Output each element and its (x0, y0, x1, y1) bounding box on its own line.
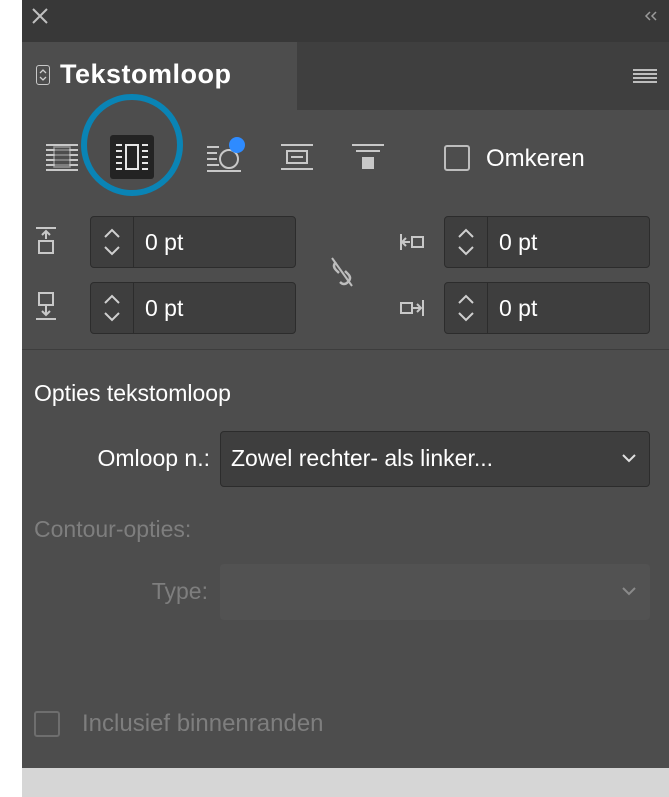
jump-object-icon (281, 144, 313, 170)
top-offset-stepper[interactable] (91, 217, 134, 267)
contour-options-title: Contour-opties: (34, 516, 192, 542)
no-wrap-icon (46, 144, 78, 171)
include-inside-edges-label: Inclusief binnenranden (82, 710, 324, 737)
top-offset-field[interactable]: 0 pt (90, 216, 296, 268)
bottom-strip (22, 768, 669, 797)
chevron-down-icon (622, 454, 636, 463)
wrap-to-select[interactable]: Zowel rechter- als linker... (220, 431, 650, 487)
include-inside-edges-checkbox[interactable] (34, 711, 60, 737)
wrap-to-label: Omloop n.: (97, 445, 211, 471)
invert-label: Omkeren (486, 145, 585, 172)
close-icon[interactable] (30, 6, 50, 26)
wrap-bounding-box-button[interactable] (102, 127, 162, 187)
no-wrap-button[interactable] (32, 127, 92, 187)
hamburger-menu-icon[interactable] (633, 68, 657, 84)
unlinked-chain-icon[interactable] (324, 252, 360, 292)
panel-title: Tekstomloop (60, 59, 232, 89)
jump-to-next-column-button[interactable] (338, 127, 398, 187)
tab-tekstomloop[interactable]: Tekstomloop (22, 42, 297, 110)
top-offset-icon (36, 227, 56, 254)
contour-type-select[interactable] (220, 564, 650, 620)
wrap-object-shape-icon (207, 137, 245, 172)
wrap-bounding-box-icon (116, 144, 148, 170)
bottom-offset-icon (36, 292, 56, 320)
wrap-to-value: Zowel rechter- als linker... (231, 445, 494, 471)
text-wrap-panel: Tekstomloop Omkeren 0 pt 0 pt 0 pt 0 pt … (22, 0, 669, 768)
tab-strip: Tekstomloop (22, 42, 669, 110)
jump-object-button[interactable] (267, 127, 327, 187)
wrap-object-shape-button[interactable] (197, 127, 257, 187)
type-label: Type: (151, 578, 208, 604)
left-offset-field[interactable]: 0 pt (444, 216, 650, 268)
right-offset-field[interactable]: 0 pt (444, 282, 650, 334)
jump-to-next-column-icon (352, 144, 384, 169)
bottom-offset-field[interactable]: 0 pt (90, 282, 296, 334)
section-divider (22, 349, 669, 350)
top-offset-value[interactable]: 0 pt (145, 229, 183, 256)
left-offset-stepper[interactable] (445, 217, 488, 267)
right-offset-icon (400, 300, 424, 316)
panel-titlebar (22, 0, 669, 42)
invert-checkbox[interactable] (444, 145, 470, 171)
left-offset-value[interactable]: 0 pt (499, 229, 537, 256)
right-offset-value[interactable]: 0 pt (499, 295, 537, 322)
left-offset-icon (400, 234, 424, 250)
chevron-down-icon (622, 587, 636, 596)
double-chevron-left-icon[interactable] (643, 10, 659, 22)
tab-expand-toggle-icon[interactable] (36, 65, 50, 85)
bottom-offset-value[interactable]: 0 pt (145, 295, 183, 322)
feature-badge-icon (229, 137, 245, 153)
bottom-offset-stepper[interactable] (91, 283, 134, 333)
wrap-options-title: Opties tekstomloop (34, 380, 231, 406)
right-offset-stepper[interactable] (445, 283, 488, 333)
